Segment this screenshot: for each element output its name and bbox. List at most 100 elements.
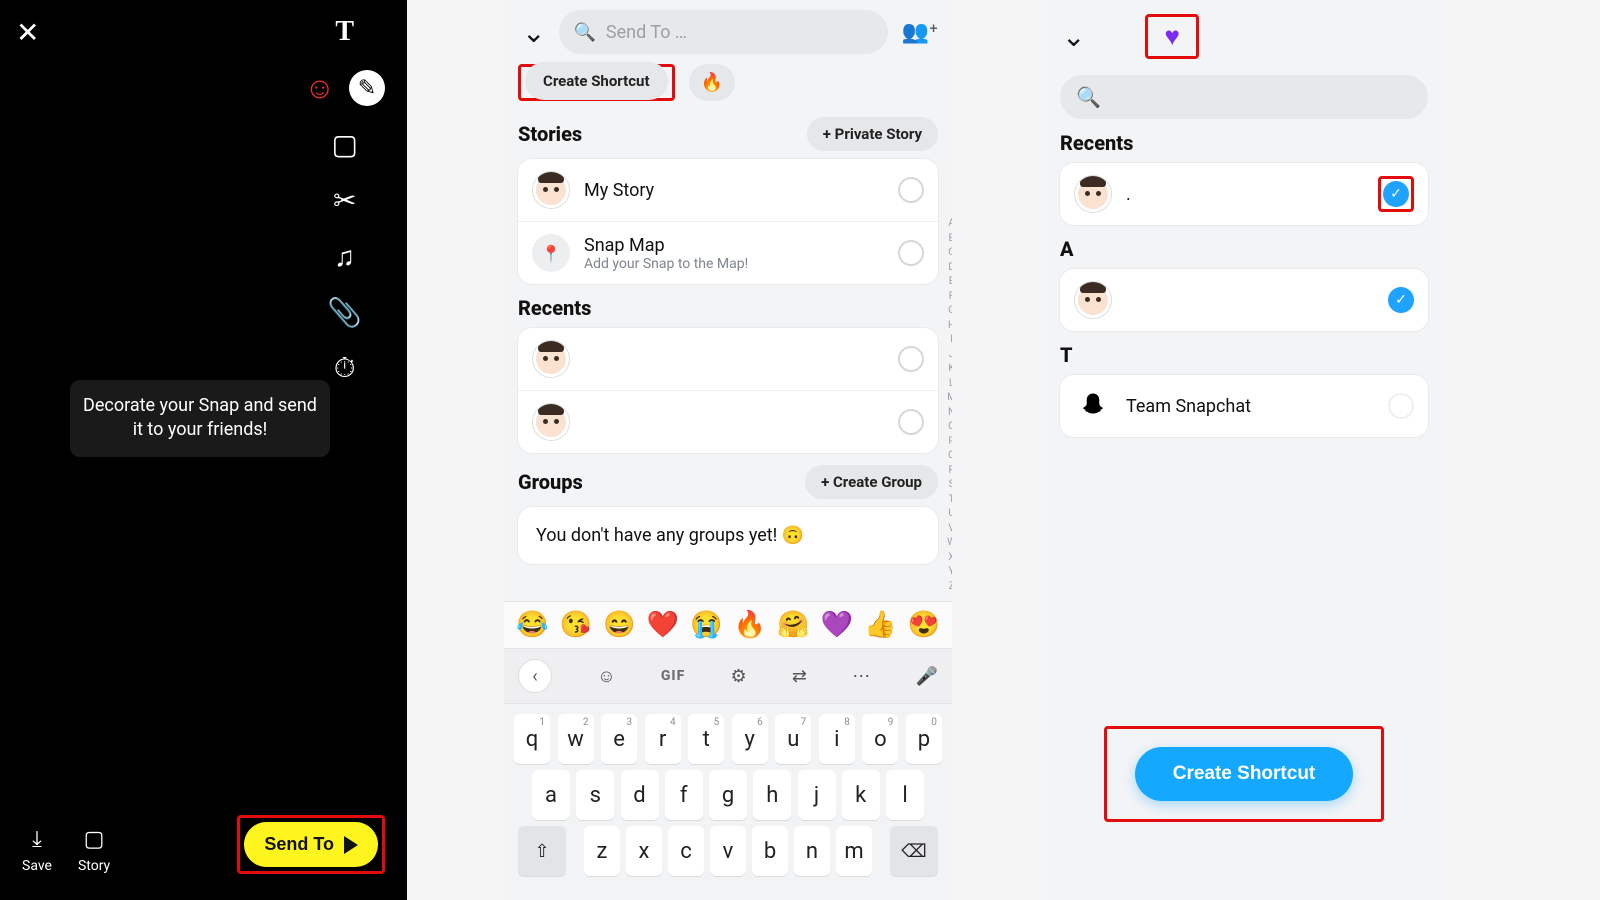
selected-highlight: ✓ [1378,176,1414,212]
search-icon: 🔍 [573,22,595,43]
send-to-label: Send To [264,834,334,855]
checkmark-icon[interactable]: ✓ [1388,287,1414,313]
avatar [532,340,570,378]
key-p[interactable]: p0 [906,714,942,764]
key-j[interactable]: j [798,770,836,820]
text-tool-icon[interactable]: T [327,14,363,50]
select-circle[interactable] [898,346,924,372]
contact-row[interactable]: ✓ [1060,269,1428,331]
recent-row[interactable]: . ✓ [1060,163,1428,225]
recent-row[interactable] [518,328,938,391]
emoji-suggestion[interactable]: 😂 [516,610,548,640]
key-e[interactable]: e3 [601,714,637,764]
shortcut-chips: Create Shortcut 🔥 [504,64,952,111]
emoji-suggestion[interactable]: 🔥 [734,610,766,640]
key-z[interactable]: z [584,826,620,876]
create-shortcut-button[interactable]: Create Shortcut [1135,747,1354,801]
emoji-suggestion[interactable]: 😭 [690,610,722,640]
create-group-button[interactable]: + Create Group [805,465,938,499]
key-k[interactable]: k [842,770,880,820]
pencil-tool-icon[interactable]: ✎ [349,70,385,106]
sticker-tool-icon[interactable]: ▢ [327,126,363,162]
add-group-icon[interactable]: 👥⁺ [902,20,938,45]
scissors-tool-icon[interactable]: ✂ [327,182,363,218]
shift-key[interactable]: ⇧ [518,826,566,876]
create-shortcut-chip[interactable]: Create Shortcut [525,62,668,100]
recents-heading: Recents [518,296,591,320]
send-to-button[interactable]: Send To [244,822,378,867]
fire-shortcut-chip[interactable]: 🔥 [689,64,735,101]
key-c[interactable]: c [668,826,704,876]
key-o[interactable]: o9 [862,714,898,764]
save-button[interactable]: ⤓ Save [22,827,52,874]
key-t[interactable]: t5 [688,714,724,764]
key-y[interactable]: y6 [732,714,768,764]
emoji-suggestion[interactable]: 😍 [908,610,940,640]
kb-sticker-icon[interactable]: ☺ [597,666,615,687]
select-circle[interactable] [898,240,924,266]
avatar [532,403,570,441]
key-f[interactable]: f [665,770,703,820]
chevron-down-icon[interactable]: ⌄ [1062,20,1085,53]
send-to-search[interactable]: 🔍 Send To … [559,10,887,54]
send-to-header: ⌄ 🔍 Send To … 👥⁺ [504,0,952,64]
download-icon: ⤓ [32,827,42,852]
timer-tool-icon[interactable]: ⏱ [327,350,363,386]
attachment-tool-icon[interactable]: 📎 [327,294,363,330]
key-m[interactable]: m [836,826,872,876]
key-i[interactable]: i8 [819,714,855,764]
story-icon: ▢ [84,827,105,852]
heart-icon[interactable]: ♥ [1164,22,1179,52]
send-arrow-icon [344,836,358,854]
key-x[interactable]: x [626,826,662,876]
kb-mic-icon[interactable]: 🎤 [916,666,938,687]
snap-map-row[interactable]: 📍 Snap Map Add your Snap to the Map! [518,222,938,284]
my-story-row[interactable]: My Story [518,159,938,222]
key-d[interactable]: d [621,770,659,820]
key-q[interactable]: q1 [514,714,550,764]
shortcut-search[interactable]: 🔍 [1060,75,1428,119]
select-circle[interactable] [1388,393,1414,419]
story-label: Story [78,858,110,874]
key-r[interactable]: r4 [645,714,681,764]
key-u[interactable]: u7 [775,714,811,764]
story-button[interactable]: ▢ Story [78,827,110,874]
select-circle[interactable] [898,409,924,435]
key-l[interactable]: l [886,770,924,820]
emoji-suggestion[interactable]: 😘 [560,610,592,640]
music-tool-icon[interactable]: ♫ [327,238,363,274]
key-w[interactable]: w2 [558,714,594,764]
snap-editor-panel: ✕ T ☺ ✎ ▢ ✂ ♫ 📎 ⏱ Decorate your Snap and… [0,0,407,900]
private-story-button[interactable]: + Private Story [807,117,938,151]
kb-settings-icon[interactable]: ⚙ [731,666,747,687]
key-g[interactable]: g [709,770,747,820]
kb-translate-icon[interactable]: ⇄ [792,666,807,687]
send-to-body: A B C D E F G H I J K L M N O P Q R S T … [504,117,952,564]
key-b[interactable]: b [752,826,788,876]
kb-back-icon[interactable]: ‹ [518,659,552,693]
emoji-suggestion[interactable]: 💜 [821,610,853,640]
groups-heading: Groups [518,470,583,494]
select-circle[interactable] [898,177,924,203]
kb-more-icon[interactable]: ⋯ [852,666,870,687]
key-v[interactable]: v [710,826,746,876]
checkmark-icon[interactable]: ✓ [1383,181,1409,207]
alpha-index[interactable]: A B C D E F G H I J K L M N O P Q R S T … [947,217,952,594]
key-a[interactable]: a [532,770,570,820]
send-to-highlight: Send To [237,815,385,874]
recent-row[interactable] [518,391,938,453]
backspace-key[interactable]: ⌫ [890,826,938,876]
emoji-suggestion[interactable]: 🤗 [777,610,809,640]
emoji-suggestion[interactable]: 😄 [603,610,635,640]
emoji-suggestion[interactable]: 👍 [864,610,896,640]
chevron-down-icon[interactable]: ⌄ [522,16,545,49]
editor-hint: Decorate your Snap and send it to your f… [70,380,330,457]
team-snapchat-row[interactable]: Team Snapchat [1060,375,1428,437]
close-icon[interactable]: ✕ [16,16,39,49]
emoji-suggestion[interactable]: ❤️ [647,610,679,640]
key-s[interactable]: s [576,770,614,820]
kb-gif-button[interactable]: GIF [661,668,685,684]
key-n[interactable]: n [794,826,830,876]
snap-map-label: Snap Map [584,235,884,256]
key-h[interactable]: h [753,770,791,820]
